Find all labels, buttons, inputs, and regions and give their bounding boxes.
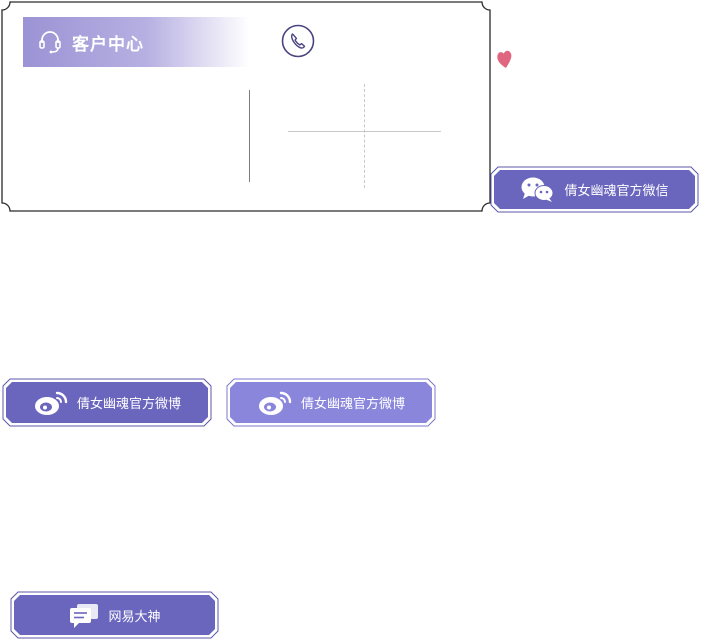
customer-center-card: 客户中心 — [0, 0, 492, 213]
wechat-icon — [520, 176, 556, 204]
weibo-official-button[interactable]: 倩女幽魂官方微博 — [2, 378, 212, 427]
netease-dashen-button[interactable]: 网易大神 — [10, 591, 219, 639]
customer-center-title: 客户中心 — [72, 34, 144, 55]
dashen-button-label: 网易大神 — [108, 609, 161, 625]
weibo-icon — [257, 389, 293, 417]
weibo-icon — [33, 389, 69, 417]
chat-bubble-icon — [68, 601, 100, 629]
weibo-button-label: 倩女幽魂官方微博 — [300, 397, 405, 412]
wechat-button-label: 倩女幽魂官方微信 — [564, 184, 669, 199]
weibo-official-button-hover[interactable]: 倩女幽魂官方微博 — [226, 378, 436, 427]
wechat-official-button[interactable]: 倩女幽魂官方微信 — [490, 166, 699, 213]
heart-icon — [497, 50, 512, 69]
customer-center-header: 客户中心 — [23, 17, 249, 67]
headset-icon — [39, 31, 61, 54]
vertical-divider — [249, 90, 250, 182]
weibo-button-label: 倩女幽魂官方微博 — [76, 397, 181, 412]
vertical-guide-line — [364, 84, 365, 188]
phone-icon[interactable] — [281, 24, 315, 58]
